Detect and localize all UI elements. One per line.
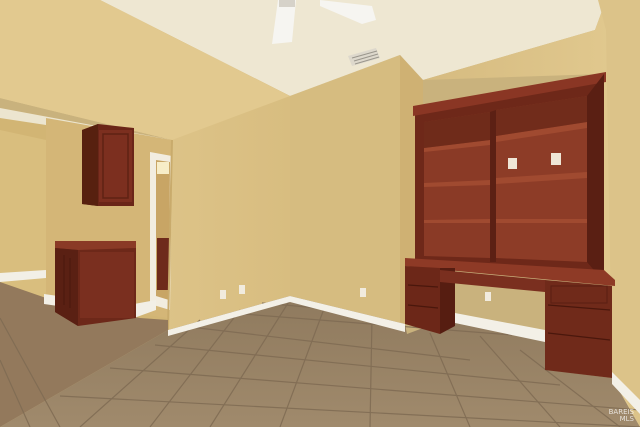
room-illustration [0,0,640,427]
bathroom-light [157,162,169,174]
outlet-cover [508,158,517,169]
wall-outlet-center [360,288,366,297]
hallway-lower-cabinet [55,241,136,326]
switch-plate [551,153,561,165]
built-in-bookshelf [413,72,606,282]
wall-outlet-desk [485,292,491,301]
bathroom-cabinet [157,238,169,290]
wall-outlet-left-1 [220,290,226,299]
wall-outlet-left-2 [239,285,245,294]
center-wall [290,55,405,324]
watermark-logo: BAREIS MLS [609,409,634,423]
hallway-upper-cabinet [82,124,134,206]
watermark-text: BAREIS MLS [608,408,634,423]
room-photo: BAREIS MLS [0,0,640,427]
